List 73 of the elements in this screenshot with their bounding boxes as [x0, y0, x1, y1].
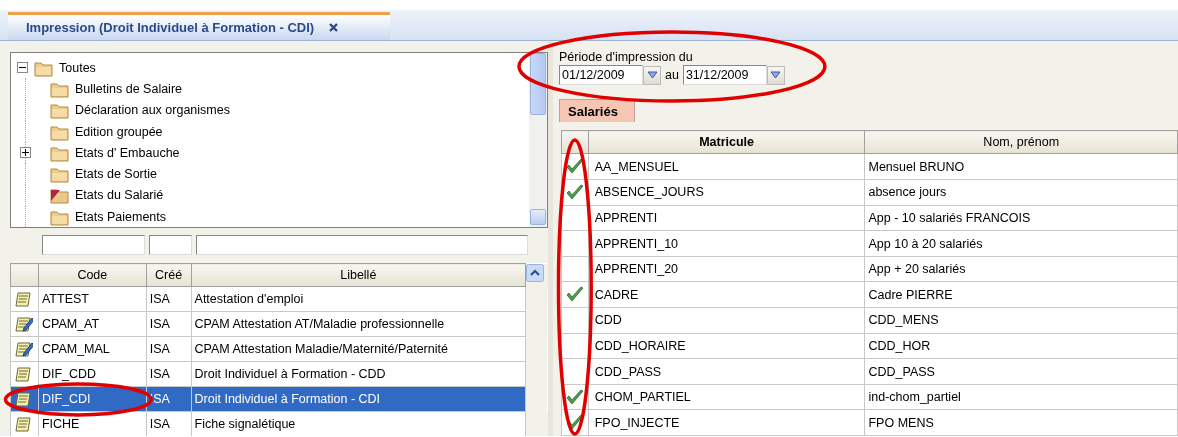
tree-item[interactable]: Toutes	[59, 60, 96, 75]
caret-icon	[646, 71, 658, 79]
filter-field[interactable]	[42, 235, 145, 256]
filter-field[interactable]	[196, 235, 528, 256]
edit-document-icon	[15, 340, 33, 359]
table-cell: FPO MENS	[864, 409, 1178, 436]
table-row[interactable]: CPAM_MAL ISA CPAM Attestation Maladie/Maternité/Paternité	[10, 336, 548, 362]
table-cell: absence jours	[864, 179, 1178, 206]
table-row[interactable]: DIF_CDD ISA Droit Individuel à Formation - CDD	[10, 361, 548, 387]
table-cell: ISA	[146, 311, 192, 337]
scrollbar[interactable]	[529, 53, 547, 228]
table-cell: CDD_PASS	[864, 358, 1178, 385]
column-header[interactable]: Libellé	[191, 263, 526, 287]
dropdown-button[interactable]	[643, 65, 661, 85]
column-header[interactable]: Code	[38, 263, 147, 287]
document-icon	[15, 365, 33, 384]
table-cell: ABSENCE_JOURS	[588, 179, 865, 206]
table-cell: ind-chom_partiel	[864, 384, 1178, 410]
table-cell: CDD_MENS	[864, 307, 1178, 334]
column-header[interactable]: Créé	[146, 263, 192, 287]
tree-item[interactable]: Déclaration aux organismes	[75, 103, 230, 118]
document-icon	[15, 290, 33, 309]
table-cell: CPAM_AT	[38, 311, 147, 337]
table-cell: ISA	[146, 336, 192, 362]
tree-item[interactable]: Etats d' Embauche	[75, 145, 180, 160]
close-icon	[328, 22, 340, 33]
table-cell: App - 10 salariés FRANCOIS	[864, 205, 1178, 231]
tree-item[interactable]: Etats Paiements	[75, 209, 166, 224]
table-cell: CDD_HORAIRE	[588, 333, 865, 359]
document-tab[interactable]: Impression (Droit Individuel à Formation - CDI)	[8, 12, 390, 40]
table-cell: Mensuel BRUNO	[864, 153, 1178, 180]
document-icon	[15, 415, 33, 434]
column-header[interactable]: Matricule	[588, 130, 865, 154]
period-label: Période d'impression du	[559, 50, 694, 64]
employees-tab[interactable]: Salariés	[559, 99, 635, 123]
column-header[interactable]: Nom, prénom	[864, 130, 1178, 154]
table-cell: ATTEST	[38, 286, 147, 312]
table-cell: CPAM_MAL	[38, 336, 147, 362]
edit-document-icon	[15, 315, 33, 334]
table-cell: Droit Individuel à Formation - CDD	[191, 361, 526, 387]
table-row[interactable]: FICHE ISA Fiche signalétique	[10, 411, 548, 436]
expand-icon[interactable]	[20, 147, 31, 159]
collapse-icon[interactable]	[17, 62, 28, 74]
tree-item[interactable]: Etats de Sortie	[75, 167, 157, 182]
table-cell: CHOM_PARTIEL	[588, 384, 865, 410]
date-field[interactable]: 31/12/2009	[682, 65, 767, 85]
caret-icon	[770, 71, 782, 79]
tree-item[interactable]: Etats du Salarié	[75, 188, 164, 203]
document-icon	[15, 390, 33, 409]
tree-item[interactable]: Edition groupée	[75, 124, 163, 139]
table-row[interactable]: CPAM_AT ISA CPAM Attestation AT/Maladie professionnelle	[10, 311, 548, 337]
table-cell: Cadre PIERRE	[864, 281, 1178, 308]
table-cell: CDD_HOR	[864, 333, 1178, 359]
table-cell: CDD_PASS	[588, 358, 865, 385]
table-cell: ISA	[146, 361, 192, 387]
filter-field[interactable]	[149, 235, 192, 256]
table-cell: CPAM Attestation Maladie/Maternité/Paternité	[191, 336, 526, 362]
folder-icon	[50, 186, 69, 205]
table-cell: Attestation d'emploi	[191, 286, 526, 312]
table-cell: AA_MENSUEL	[588, 153, 865, 180]
scroll-up-icon[interactable]	[526, 263, 544, 282]
tree-item[interactable]: Bulletins de Salaire	[75, 81, 182, 96]
table-cell: ISA	[146, 286, 192, 312]
table-cell: App 10 à 20 salariés	[864, 230, 1178, 257]
table-cell: FPO_INJECTE	[588, 409, 865, 436]
date-field[interactable]: 01/12/2009	[559, 65, 643, 85]
table-cell: CPAM Attestation AT/Maladie professionnelle	[191, 311, 526, 337]
folder-icon	[50, 165, 69, 184]
folder-icon	[50, 101, 69, 120]
date-separator: au	[665, 68, 679, 82]
table-cell: App + 20 salariés	[864, 256, 1178, 282]
table-cell: Droit Individuel à Formation - CDI	[191, 386, 526, 412]
table-row[interactable]: ATTEST ISA Attestation d'emploi	[10, 286, 548, 312]
